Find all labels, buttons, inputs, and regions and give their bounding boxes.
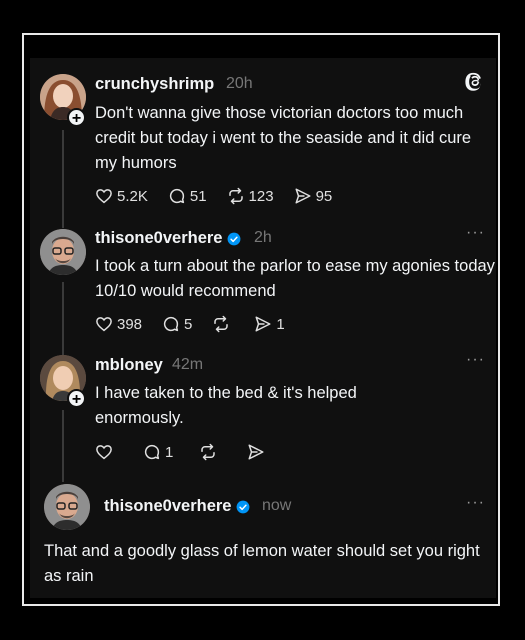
heart-icon — [96, 317, 112, 332]
repost-button[interactable]: 123 — [227, 187, 274, 205]
post-time: 2h — [254, 229, 272, 246]
threads-logo-icon[interactable] — [464, 70, 486, 97]
post-text: Don't wanna give those victorian doctors… — [95, 104, 472, 172]
send-icon — [295, 188, 311, 204]
comment-icon — [169, 188, 184, 204]
more-icon[interactable]: ··· — [466, 494, 485, 512]
reply-count: 5 — [184, 315, 193, 333]
send-icon — [255, 316, 271, 332]
heart-icon — [96, 189, 112, 204]
share-button[interactable]: 95 — [294, 187, 333, 205]
follow-plus-button[interactable]: + — [67, 389, 86, 408]
post-username[interactable]: mbloney — [95, 356, 163, 375]
repost-count: 123 — [248, 187, 274, 205]
comment-icon — [163, 316, 179, 332]
send-icon — [248, 444, 264, 460]
thread-connector — [62, 130, 64, 228]
verified-badge-icon — [227, 232, 241, 246]
post-username[interactable]: crunchyshrimp — [95, 75, 214, 94]
post-username[interactable]: thisone0verhere — [104, 497, 250, 516]
repost-button[interactable] — [212, 315, 234, 333]
reply-button[interactable]: 1 — [143, 443, 173, 461]
repost-icon — [214, 315, 229, 333]
avatar[interactable] — [40, 229, 86, 275]
more-icon[interactable]: ··· — [466, 351, 485, 369]
post-text: I took a turn about the parlor to ease m… — [95, 257, 495, 300]
reply-count: 1 — [165, 443, 174, 461]
username-text: thisone0verhere — [104, 497, 232, 515]
post-actions: 1 — [95, 443, 289, 461]
post-time: now — [262, 497, 292, 514]
like-button[interactable]: 398 — [95, 315, 142, 333]
like-button[interactable]: 5.2K — [95, 187, 148, 205]
thread-card: + crunchyshrimp 20h Don't wanna give tho… — [30, 58, 496, 598]
follow-plus-button[interactable]: + — [67, 108, 86, 127]
post-time: 20h — [226, 75, 253, 92]
share-button[interactable] — [247, 443, 269, 461]
reply-button[interactable]: 51 — [168, 187, 207, 205]
post-time: 42m — [172, 356, 204, 373]
repost-icon — [228, 187, 243, 205]
post-text: I have taken to the bed & it's helped en… — [95, 384, 357, 427]
post-actions: 398 5 1 — [95, 315, 305, 333]
post-text: That and a goodly glass of lemon water s… — [44, 542, 480, 585]
reply-count: 51 — [189, 187, 207, 205]
more-icon[interactable]: ··· — [466, 224, 485, 242]
like-count: 5.2K — [117, 187, 148, 205]
post-username[interactable]: thisone0verhere — [95, 229, 241, 248]
thread-connector — [62, 282, 64, 358]
share-button[interactable]: 1 — [254, 315, 285, 333]
comment-icon — [144, 444, 160, 460]
avatar[interactable] — [44, 484, 90, 530]
post-actions: 5.2K 51 123 95 — [95, 187, 352, 205]
repost-icon — [201, 443, 216, 461]
verified-badge-icon — [236, 500, 250, 514]
share-count: 95 — [315, 187, 333, 205]
username-text: thisone0verhere — [95, 229, 223, 247]
like-count: 398 — [117, 315, 143, 333]
share-count: 1 — [276, 315, 285, 333]
repost-button[interactable] — [199, 443, 221, 461]
reply-button[interactable]: 5 — [162, 315, 192, 333]
heart-icon — [96, 445, 112, 460]
thread-connector — [62, 410, 64, 482]
like-button[interactable] — [95, 443, 117, 461]
